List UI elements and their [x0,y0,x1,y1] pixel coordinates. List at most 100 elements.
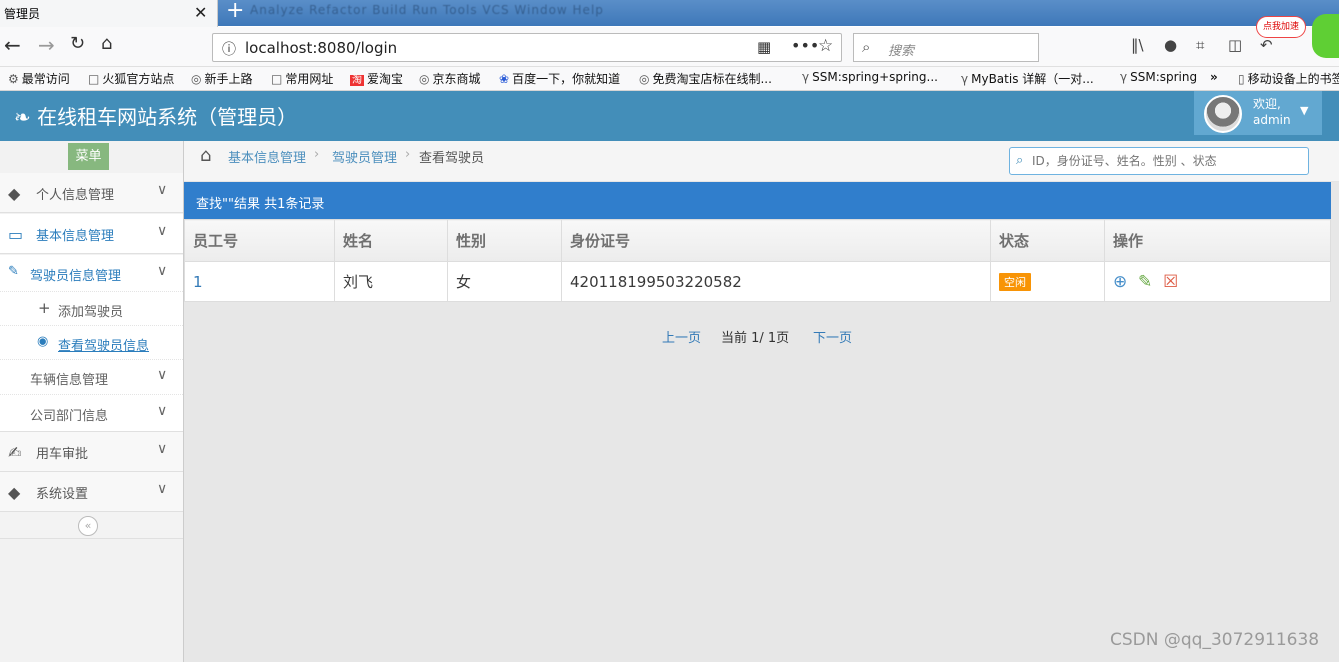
url-text[interactable]: localhost:8080/login [245,39,397,57]
gear-icon: ⚙ [8,72,19,86]
speedup-badge[interactable]: 点我加速 [1256,16,1306,38]
bookmark-item[interactable]: ⚙ 最常访问 [8,70,70,87]
url-bar[interactable]: ⓘ localhost:8080/login ▦ ••• ☆ [212,33,842,62]
chevron-down-icon: ∨ [157,182,168,198]
info-icon[interactable]: ⓘ [222,39,236,59]
mascot-icon[interactable] [1312,14,1339,58]
driver-table: 员工号 姓名 性别 身份证号 状态 操作 1 刘飞 女 420118199503… [184,219,1331,302]
chevron-right-icon[interactable]: » [1210,70,1218,84]
bookmark-item[interactable]: ◎ 新手上路 [191,70,253,87]
breadcrumb-separator: › [314,147,320,162]
column-header[interactable]: 身份证号 [561,219,991,262]
library-icon[interactable]: ‖\ [1131,36,1144,54]
more-icon[interactable]: ••• [791,36,819,55]
tag-icon: ◆ [8,483,21,502]
pencil-icon: ✎ [8,264,19,279]
cell-id-card: 420118199503220582 [561,261,991,302]
app-brand[interactable]: ❧ 在线租车网站系统（管理员） [14,101,297,130]
column-header[interactable]: 员工号 [184,219,335,262]
bookmark-item[interactable]: ❀ 百度一下，你就知道 [499,70,620,87]
globe-icon: ◎ [639,72,650,86]
employee-id-link[interactable]: 1 [193,273,203,291]
reload-icon[interactable]: ↻ [70,33,85,54]
tag-icon: ◆ [8,184,21,203]
user-menu[interactable]: 欢迎, admin ▼ [1194,91,1322,135]
column-header[interactable]: 姓名 [334,219,448,262]
cell-name: 刘飞 [334,261,448,302]
background-window-menu: Analyze Refactor Build Run Tools VCS Win… [250,3,604,17]
qrcode-icon[interactable]: ▦ [757,38,771,56]
collapse-sidebar-icon[interactable]: « [78,516,98,536]
chevron-down-icon: ∨ [157,481,168,497]
eye-icon: ◉ [37,334,49,349]
bookmark-item[interactable]: ▯ 移动设备上的书签 [1238,70,1339,87]
breadcrumb-current: 查看驾驶员 [419,151,485,166]
search-placeholder: 搜索 [888,44,915,59]
bookmark-item[interactable]: γ SSM:spring [1120,70,1208,84]
star-icon[interactable]: ☆ [818,36,833,56]
bookmark-item[interactable]: ◎ 京东商城 [419,70,481,87]
baidu-icon: ❀ [499,72,510,86]
sidebar-item-basic-info[interactable]: ▭ 基本信息管理 ∨ [0,214,183,254]
chevron-down-icon: ∨ [157,263,168,279]
sidebar-item-settings[interactable]: ◆ 系统设置 ∨ [0,472,183,512]
breadcrumb-separator: › [405,147,411,162]
globe-icon: ◎ [419,72,430,86]
undo-icon[interactable]: ↶ [1260,36,1273,54]
home-icon[interactable]: ⌂ [200,145,211,166]
search-input[interactable] [1032,152,1302,170]
next-page-link[interactable]: 下一页 [813,327,852,346]
browser-tab[interactable]: 管理员 ✕ [0,0,218,27]
bookmark-item[interactable]: γ MyBatis 详解（一对... [961,70,1094,87]
bookmark-item[interactable]: □ 火狐官方站点 [88,70,174,87]
sidebar-item-approval[interactable]: ✍ 用车审批 ∨ [0,432,183,472]
close-icon[interactable]: ✕ [194,3,207,22]
chevron-down-icon: ∨ [157,441,168,457]
sidebar-item-vehicle-info[interactable]: 车辆信息管理 ∨ [0,360,183,395]
breadcrumb-item[interactable]: 驾驶员管理 [332,147,397,166]
menu-label: 菜单 [68,143,109,170]
pencil-icon[interactable]: ✎ [1138,272,1152,292]
globe-icon: ◎ [191,72,202,86]
breadcrumb-item[interactable]: 基本信息管理 [228,147,306,166]
result-summary: 查找""结果 共1条记录 [196,197,325,212]
plus-icon: + [38,299,51,317]
new-tab-icon[interactable]: + [226,0,244,23]
bookmark-item[interactable]: γ SSM:spring+spring... [802,70,938,84]
cell-actions: ⊕ ✎ ☒ [1104,261,1331,302]
sidebar-item-department[interactable]: 公司部门信息 ∨ [0,395,183,432]
browser-search-box[interactable]: ⌕ 搜索 [853,33,1039,62]
chevron-down-icon: ∨ [157,403,168,419]
welcome-text: 欢迎, admin [1253,96,1291,128]
folder-icon: □ [271,72,283,86]
column-header[interactable]: 状态 [990,219,1105,262]
folder-icon: □ [88,72,100,86]
column-header[interactable]: 操作 [1104,219,1331,262]
bookmark-item[interactable]: 淘爱淘宝 [350,70,403,87]
sidebar-item-personal[interactable]: ◆ 个人信息管理 ∨ [0,173,183,213]
browser-nav-bar: ← → ↻ ⌂ ⓘ localhost:8080/login ▦ ••• ☆ ⌕… [0,27,1339,67]
record-search[interactable]: ⌕ [1009,147,1309,175]
chat-icon[interactable]: ● [1164,36,1177,54]
prev-page-link[interactable]: 上一页 [662,327,701,346]
sidebar-item-add-driver[interactable]: + 添加驾驶员 [0,292,183,326]
main-content: 查找""结果 共1条记录 员工号 姓名 性别 身份证号 状态 操作 1 刘飞 女… [184,182,1339,662]
search-icon: ⌕ [1016,153,1024,168]
forward-icon[interactable]: → [38,33,55,57]
column-header[interactable]: 性别 [447,219,562,262]
cell-gender: 女 [447,261,562,302]
bookmark-item[interactable]: ◎ 免费淘宝店标在线制... [639,70,772,87]
sidebar-item-driver-info[interactable]: ✎ 驾驶员信息管理 ∨ [0,255,183,292]
edit-icon: ✍ [8,443,22,462]
sidebar-toggle-icon[interactable]: ◫ [1228,36,1242,54]
home-icon[interactable]: ⌂ [101,33,112,54]
bookmarks-bar: ⚙ 最常访问 □ 火狐官方站点 ◎ 新手上路 □ 常用网址 淘爱淘宝 ◎ 京东商城 ❀ 百度… [0,67,1339,91]
phone-icon: ▯ [1238,72,1245,86]
result-summary-bar: 查找""结果 共1条记录 [184,182,1331,219]
crop-icon[interactable]: ⌗ [1196,36,1204,54]
zoom-in-icon[interactable]: ⊕ [1113,272,1127,292]
trash-icon[interactable]: ☒ [1163,272,1178,292]
sidebar-item-view-driver[interactable]: ◉ 查看驾驶员信息 [0,326,183,360]
back-icon[interactable]: ← [4,33,21,57]
bookmark-item[interactable]: □ 常用网址 [271,70,333,87]
